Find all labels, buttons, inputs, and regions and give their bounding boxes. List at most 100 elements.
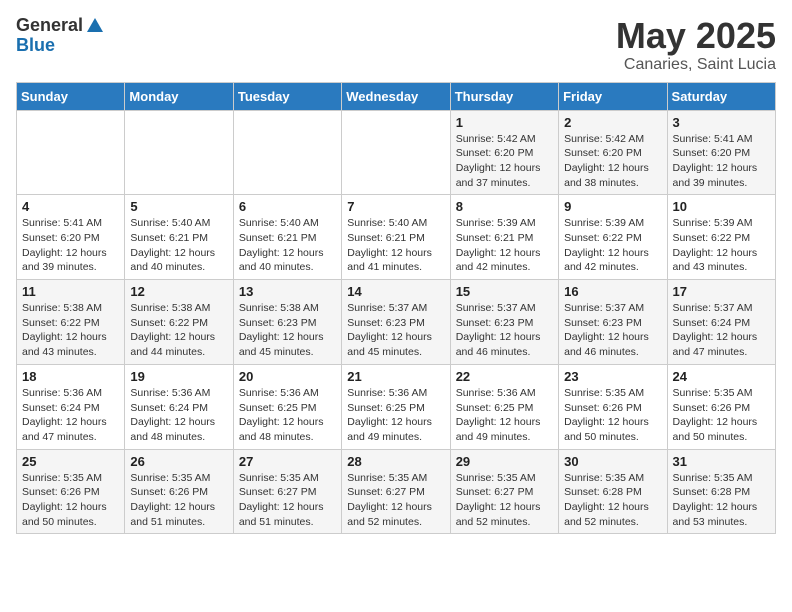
calendar-cell: 2 Sunrise: 5:42 AM Sunset: 6:20 PM Daylig… [559,110,667,195]
calendar-cell: 28Sunrise: 5:35 AM Sunset: 6:27 PM Dayli… [342,449,450,534]
calendar-week-row: 18 Sunrise: 5:36 AM Sunset: 6:24 PM Dayli… [17,364,776,449]
calendar-cell: 20Sunrise: 5:36 AM Sunset: 6:25 PM Dayli… [233,364,341,449]
day-number: 27 [239,454,336,469]
day-info: Sunrise: 5:35 AM Sunset: 6:26 PM Dayligh… [130,471,227,530]
column-header-friday: Friday [559,82,667,110]
calendar-cell: 24 Sunrise: 5:35 AM Sunset: 6:26 PM Dayli… [667,364,775,449]
day-info: Sunrise: 5:38 AM Sunset: 6:23 PM Dayligh… [239,301,336,360]
day-info: Sunrise: 5:36 AM Sunset: 6:24 PM Dayligh… [22,386,119,445]
calendar-cell: 5Sunrise: 5:40 AM Sunset: 6:21 PM Daylig… [125,195,233,280]
calendar-cell: 10 Sunrise: 5:39 AM Sunset: 6:22 PM Dayli… [667,195,775,280]
calendar-cell: 13 Sunrise: 5:38 AM Sunset: 6:23 PM Dayli… [233,280,341,365]
day-info: Sunrise: 5:35 AM Sunset: 6:27 PM Dayligh… [456,471,553,530]
day-number: 4 [22,199,119,214]
day-number: 10 [673,199,770,214]
day-number: 11 [22,284,119,299]
logo-icon [85,16,105,36]
calendar-cell: 18 Sunrise: 5:36 AM Sunset: 6:24 PM Dayli… [17,364,125,449]
day-number: 24 [673,369,770,384]
calendar-cell: 22 Sunrise: 5:36 AM Sunset: 6:25 PM Dayli… [450,364,558,449]
calendar-cell: 25 Sunrise: 5:35 AM Sunset: 6:26 PM Dayli… [17,449,125,534]
day-info: Sunrise: 5:40 AM Sunset: 6:21 PM Dayligh… [239,216,336,275]
calendar-week-row: 11 Sunrise: 5:38 AM Sunset: 6:22 PM Dayli… [17,280,776,365]
day-number: 2 [564,115,661,130]
month-title: May 2025 [616,16,776,56]
day-number: 6 [239,199,336,214]
day-number: 8 [456,199,553,214]
logo-blue-text: Blue [16,36,55,56]
day-info: Sunrise: 5:37 AM Sunset: 6:23 PM Dayligh… [347,301,444,360]
column-header-sunday: Sunday [17,82,125,110]
day-number: 23 [564,369,661,384]
day-info: Sunrise: 5:35 AM Sunset: 6:26 PM Dayligh… [673,386,770,445]
calendar-week-row: 25 Sunrise: 5:35 AM Sunset: 6:26 PM Dayli… [17,449,776,534]
day-info: Sunrise: 5:38 AM Sunset: 6:22 PM Dayligh… [130,301,227,360]
day-number: 19 [130,369,227,384]
day-number: 21 [347,369,444,384]
day-number: 5 [130,199,227,214]
day-info: Sunrise: 5:42 AM Sunset: 6:20 PM Dayligh… [456,132,553,191]
day-info: Sunrise: 5:36 AM Sunset: 6:25 PM Dayligh… [456,386,553,445]
day-number: 13 [239,284,336,299]
calendar-cell: 21 Sunrise: 5:36 AM Sunset: 6:25 PM Dayli… [342,364,450,449]
calendar-cell: 1 Sunrise: 5:42 AM Sunset: 6:20 PM Daylig… [450,110,558,195]
day-info: Sunrise: 5:37 AM Sunset: 6:23 PM Dayligh… [564,301,661,360]
calendar-cell [17,110,125,195]
day-info: Sunrise: 5:35 AM Sunset: 6:28 PM Dayligh… [564,471,661,530]
day-info: Sunrise: 5:37 AM Sunset: 6:24 PM Dayligh… [673,301,770,360]
day-info: Sunrise: 5:39 AM Sunset: 6:22 PM Dayligh… [673,216,770,275]
day-info: Sunrise: 5:39 AM Sunset: 6:21 PM Dayligh… [456,216,553,275]
calendar-cell [342,110,450,195]
location-title: Canaries, Saint Lucia [616,56,776,74]
day-info: Sunrise: 5:40 AM Sunset: 6:21 PM Dayligh… [347,216,444,275]
calendar-cell [233,110,341,195]
day-number: 18 [22,369,119,384]
day-info: Sunrise: 5:39 AM Sunset: 6:22 PM Dayligh… [564,216,661,275]
day-number: 20 [239,369,336,384]
page-header: General Blue May 2025 Canaries, Saint Lu… [16,16,776,74]
calendar-cell: 16 Sunrise: 5:37 AM Sunset: 6:23 PM Dayli… [559,280,667,365]
column-header-wednesday: Wednesday [342,82,450,110]
calendar-cell: 27 Sunrise: 5:35 AM Sunset: 6:27 PM Dayli… [233,449,341,534]
day-info: Sunrise: 5:35 AM Sunset: 6:28 PM Dayligh… [673,471,770,530]
column-header-saturday: Saturday [667,82,775,110]
calendar-cell: 6 Sunrise: 5:40 AM Sunset: 6:21 PM Daylig… [233,195,341,280]
day-number: 1 [456,115,553,130]
calendar-cell: 26Sunrise: 5:35 AM Sunset: 6:26 PM Dayli… [125,449,233,534]
day-number: 15 [456,284,553,299]
calendar-table: SundayMondayTuesdayWednesdayThursdayFrid… [16,82,776,535]
logo-general-text: General [16,16,83,36]
day-number: 12 [130,284,227,299]
column-header-tuesday: Tuesday [233,82,341,110]
day-number: 25 [22,454,119,469]
day-info: Sunrise: 5:35 AM Sunset: 6:26 PM Dayligh… [22,471,119,530]
day-info: Sunrise: 5:35 AM Sunset: 6:27 PM Dayligh… [239,471,336,530]
column-header-monday: Monday [125,82,233,110]
day-number: 29 [456,454,553,469]
day-number: 17 [673,284,770,299]
calendar-cell: 30 Sunrise: 5:35 AM Sunset: 6:28 PM Dayli… [559,449,667,534]
calendar-cell: 31Sunrise: 5:35 AM Sunset: 6:28 PM Dayli… [667,449,775,534]
calendar-cell: 3 Sunrise: 5:41 AM Sunset: 6:20 PM Daylig… [667,110,775,195]
calendar-week-row: 4 Sunrise: 5:41 AM Sunset: 6:20 PM Daylig… [17,195,776,280]
day-number: 28 [347,454,444,469]
day-info: Sunrise: 5:36 AM Sunset: 6:25 PM Dayligh… [347,386,444,445]
day-number: 30 [564,454,661,469]
day-info: Sunrise: 5:42 AM Sunset: 6:20 PM Dayligh… [564,132,661,191]
calendar-cell: 29 Sunrise: 5:35 AM Sunset: 6:27 PM Dayli… [450,449,558,534]
day-info: Sunrise: 5:41 AM Sunset: 6:20 PM Dayligh… [22,216,119,275]
title-block: May 2025 Canaries, Saint Lucia [616,16,776,74]
calendar-cell: 12 Sunrise: 5:38 AM Sunset: 6:22 PM Dayli… [125,280,233,365]
calendar-cell: 23Sunrise: 5:35 AM Sunset: 6:26 PM Dayli… [559,364,667,449]
calendar-cell: 8 Sunrise: 5:39 AM Sunset: 6:21 PM Daylig… [450,195,558,280]
calendar-cell: 11Sunrise: 5:38 AM Sunset: 6:22 PM Dayli… [17,280,125,365]
day-number: 22 [456,369,553,384]
calendar-cell: 15Sunrise: 5:37 AM Sunset: 6:23 PM Dayli… [450,280,558,365]
day-number: 16 [564,284,661,299]
calendar-cell: 7Sunrise: 5:40 AM Sunset: 6:21 PM Daylig… [342,195,450,280]
calendar-cell: 9Sunrise: 5:39 AM Sunset: 6:22 PM Daylig… [559,195,667,280]
column-header-thursday: Thursday [450,82,558,110]
day-number: 3 [673,115,770,130]
day-info: Sunrise: 5:36 AM Sunset: 6:24 PM Dayligh… [130,386,227,445]
day-info: Sunrise: 5:41 AM Sunset: 6:20 PM Dayligh… [673,132,770,191]
